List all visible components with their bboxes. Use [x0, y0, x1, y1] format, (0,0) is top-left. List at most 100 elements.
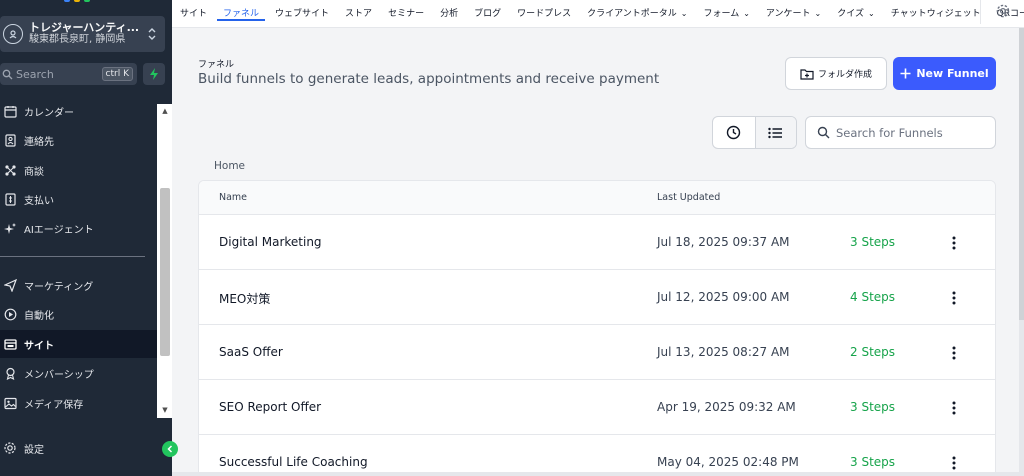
column-last-updated-header[interactable]: Last Updated: [657, 192, 720, 203]
search-icon: [817, 126, 830, 139]
page-scrollbar-thumb[interactable]: [1019, 28, 1024, 320]
tab-surveys[interactable]: アンケート ⌄: [766, 0, 821, 28]
funnel-updated: May 04, 2025 02:48 PM: [657, 455, 799, 469]
funnel-steps: 3 Steps: [850, 455, 896, 469]
create-folder-button[interactable]: フォルダ作成: [785, 57, 887, 90]
plus-icon: [900, 68, 911, 79]
tab-websites[interactable]: ウェブサイト: [275, 0, 329, 28]
chevron-down-icon: ⌄: [743, 8, 750, 18]
account-location: 駿東郡長泉町, 静岡県: [29, 34, 126, 45]
tab-blogs[interactable]: ブログ: [474, 0, 501, 28]
calendar-icon: [2, 103, 18, 119]
sidebar-item-payments[interactable]: 支払い: [0, 185, 157, 213]
settings-icon: [2, 440, 18, 456]
sidebar-item-label: メンバーシップ: [24, 369, 94, 381]
tab-chat-widget[interactable]: チャットウィジェット: [891, 0, 981, 28]
chevron-down-icon: ⌄: [867, 8, 875, 18]
account-name: トレジャーハンティ...: [29, 21, 140, 34]
sidebar-item-label: 連絡先: [24, 136, 54, 148]
funnel-name[interactable]: SaaS Offer: [219, 345, 283, 359]
media-icon: [2, 395, 18, 411]
settings-button[interactable]: [992, 0, 1014, 22]
tab-quizzes[interactable]: クイズ ⌄: [837, 0, 874, 28]
quick-actions-button[interactable]: [143, 63, 165, 85]
sites-icon: [2, 336, 18, 352]
table-row[interactable]: SEO Report Offer Apr 19, 2025 09:32 AM 3…: [199, 380, 995, 435]
chevron-left-icon: [167, 445, 173, 453]
sidebar-item-membership[interactable]: メンバーシップ: [0, 359, 157, 387]
tab-client-portal[interactable]: クライアントポータル ⌄: [587, 0, 687, 28]
view-toggle: [712, 116, 797, 149]
sidebar-item-label: 商談: [24, 166, 44, 178]
page-subtitle: Build funnels to generate leads, appoint…: [198, 71, 660, 87]
sparkle-icon: [2, 220, 18, 236]
tab-forms[interactable]: フォーム ⌄: [703, 0, 749, 28]
more-options-icon[interactable]: [944, 398, 964, 418]
sidebar-item-media[interactable]: メディア保存: [0, 389, 157, 417]
horizontal-scrollbar[interactable]: [172, 472, 1024, 476]
tab-webinars[interactable]: セミナー: [388, 0, 424, 28]
list-view-button[interactable]: [754, 117, 796, 148]
table-row[interactable]: SaaS Offer Jul 13, 2025 08:27 AM 2 Steps: [199, 325, 995, 380]
column-name-header[interactable]: Name: [219, 192, 247, 203]
page-title: ファネル: [198, 60, 235, 70]
account-switcher[interactable]: トレジャーハンティ... 駿東郡長泉町, 静岡県: [0, 16, 165, 52]
scrollbar-thumb[interactable]: [160, 188, 170, 356]
tab-store[interactable]: ストア: [345, 0, 372, 28]
funnel-name[interactable]: SEO Report Offer: [219, 400, 321, 414]
funnel-steps: 4 Steps: [850, 290, 896, 304]
funnel-name[interactable]: Successful Life Coaching: [219, 455, 368, 469]
new-funnel-label: New Funnel: [916, 67, 989, 80]
funnel-name[interactable]: MEO対策: [219, 290, 270, 307]
scroll-down-arrow-icon[interactable]: ▼: [160, 405, 170, 415]
more-options-icon[interactable]: [944, 343, 964, 363]
page-scrollbar[interactable]: [1019, 28, 1024, 476]
sidebar-item-settings[interactable]: 設定: [0, 434, 157, 462]
contacts-icon: [2, 132, 18, 148]
more-options-icon[interactable]: [944, 453, 964, 473]
funnel-search-input[interactable]: Search for Funnels: [805, 116, 996, 149]
tab-sites[interactable]: サイト: [180, 0, 207, 28]
funnel-steps: 3 Steps: [850, 235, 896, 249]
funnel-name[interactable]: Digital Marketing: [219, 235, 322, 249]
list-icon: [768, 127, 783, 138]
tab-funnels[interactable]: ファネル: [217, 0, 266, 28]
sidebar-search[interactable]: Search ctrl K: [0, 63, 137, 85]
nav-divider: [980, 0, 981, 24]
sidebar-item-label: メディア保存: [24, 399, 84, 411]
shortcut-badge: ctrl K: [101, 67, 133, 81]
create-folder-label: フォルダ作成: [817, 70, 872, 80]
scroll-up-arrow-icon[interactable]: ▲: [160, 106, 170, 116]
membership-icon: [2, 365, 18, 381]
chevron-updown-icon: [147, 26, 157, 45]
opportunities-icon: [2, 162, 18, 178]
funnels-table: Name Last Updated Digital Marketing Jul …: [198, 180, 996, 476]
gear-icon: [996, 4, 1010, 18]
funnel-updated: Apr 19, 2025 09:32 AM: [657, 400, 796, 414]
sidebar-item-ai-agent[interactable]: AIエージェント: [0, 214, 157, 242]
table-row[interactable]: Digital Marketing Jul 18, 2025 09:37 AM …: [199, 215, 995, 270]
lightning-icon: [150, 68, 158, 80]
sidebar-item-calendar[interactable]: カレンダー: [0, 97, 157, 125]
location-pin-icon: [3, 24, 23, 44]
recent-view-button[interactable]: [713, 117, 755, 148]
tab-analytics[interactable]: 分析: [440, 0, 458, 28]
funnel-updated: Jul 18, 2025 09:37 AM: [657, 235, 790, 249]
collapse-sidebar-button[interactable]: [162, 441, 178, 457]
funnel-steps: 2 Steps: [850, 345, 896, 359]
more-options-icon[interactable]: [944, 288, 964, 308]
table-row[interactable]: Successful Life Coaching May 04, 2025 02…: [199, 435, 995, 475]
sidebar-item-automation[interactable]: 自動化: [0, 300, 157, 328]
search-icon: [2, 69, 13, 80]
breadcrumb[interactable]: Home: [214, 160, 245, 172]
sidebar-item-marketing[interactable]: マーケティング: [0, 271, 157, 299]
sidebar-item-label: 自動化: [24, 310, 54, 322]
sidebar-item-sites[interactable]: サイト: [0, 330, 157, 358]
new-funnel-button[interactable]: New Funnel: [893, 57, 996, 90]
more-options-icon[interactable]: [944, 233, 964, 253]
sidebar-item-opportunities[interactable]: 商談: [0, 156, 157, 184]
table-header: Name Last Updated: [199, 181, 995, 215]
tab-wordpress[interactable]: ワードプレス: [517, 0, 571, 28]
sidebar-item-contacts[interactable]: 連絡先: [0, 126, 157, 154]
table-row[interactable]: MEO対策 Jul 12, 2025 09:00 AM 4 Steps: [199, 270, 995, 325]
